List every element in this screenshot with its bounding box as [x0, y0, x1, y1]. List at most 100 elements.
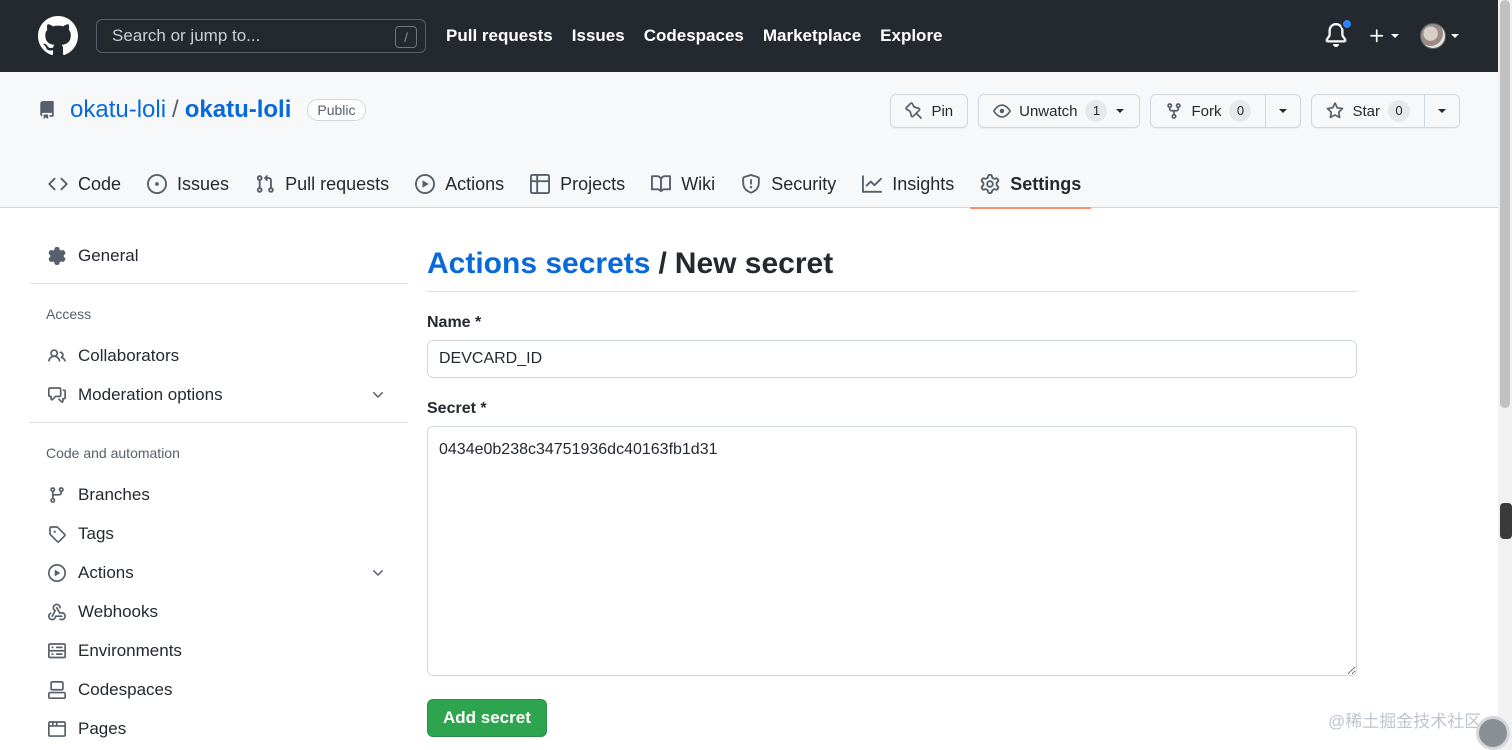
- tab-label: Code: [78, 173, 122, 194]
- repository-header: okatu-loli / okatu-loli Public Pin Unwat…: [0, 72, 1498, 209]
- sidebar-item-label: Codespaces: [78, 679, 173, 699]
- tab-issues[interactable]: Issues: [137, 160, 239, 208]
- tab-label: Insights: [892, 173, 955, 194]
- tab-label: Pull requests: [285, 173, 390, 194]
- git-pull-request-icon: [256, 174, 274, 193]
- browser-icon: [48, 720, 66, 737]
- watermark-badge-icon: [1476, 716, 1510, 750]
- sidebar-item-collaborators[interactable]: Collaborators: [30, 336, 408, 375]
- nav-marketplace[interactable]: Marketplace: [763, 26, 861, 46]
- star-button[interactable]: Star 0: [1311, 94, 1460, 128]
- issue-opened-icon: [147, 174, 168, 194]
- tab-settings[interactable]: Settings: [970, 160, 1092, 209]
- book-icon: [651, 175, 672, 193]
- star-dropdown[interactable]: [1424, 95, 1459, 127]
- sidebar-item-actions[interactable]: Actions: [30, 553, 408, 592]
- sidebar-item-environments[interactable]: Environments: [30, 631, 408, 670]
- user-menu[interactable]: [1420, 23, 1460, 49]
- plus-icon: [1370, 29, 1384, 43]
- watch-count: 1: [1085, 100, 1108, 122]
- sidebar-heading-code-automation: Code and automation: [46, 445, 180, 461]
- pin-icon: [905, 102, 923, 119]
- tab-label: Issues: [177, 173, 230, 194]
- pin-button[interactable]: Pin: [890, 94, 969, 128]
- search-input[interactable]: Search or jump to... /: [96, 19, 426, 53]
- fork-icon: [1167, 103, 1182, 119]
- sidebar-item-label: Actions: [78, 562, 134, 582]
- fork-button[interactable]: Fork 0: [1150, 94, 1302, 128]
- nav-issues[interactable]: Issues: [572, 26, 625, 46]
- nav-codespaces[interactable]: Codespaces: [644, 26, 744, 46]
- sidebar-item-tags[interactable]: Tags: [30, 514, 408, 553]
- caret-down-icon: [1438, 109, 1446, 113]
- page-scrollbar[interactable]: [1498, 0, 1512, 750]
- repo-actions: Pin Unwatch 1 Fork 0 Star 0: [890, 94, 1460, 128]
- breadcrumb-separator: /: [658, 246, 667, 280]
- gear-icon: [981, 174, 1000, 194]
- chevron-down-icon: [373, 392, 383, 398]
- tab-label: Security: [771, 173, 837, 194]
- watermark-text: @稀土掘金技术社区: [1328, 712, 1482, 731]
- settings-sidebar: General Access Collaborators Moderation …: [30, 236, 408, 748]
- secret-label: Secret *: [427, 400, 487, 417]
- page-title-text: New secret: [674, 246, 834, 280]
- nav-explore[interactable]: Explore: [880, 26, 942, 46]
- tab-security[interactable]: Security: [731, 160, 846, 208]
- tab-wiki[interactable]: Wiki: [641, 160, 725, 208]
- comment-discussion-icon: [48, 386, 66, 403]
- tab-pull-requests[interactable]: Pull requests: [245, 160, 399, 208]
- secret-name-input[interactable]: [427, 340, 1357, 378]
- sidebar-item-webhooks[interactable]: Webhooks: [30, 592, 408, 631]
- people-icon: [48, 348, 66, 362]
- search-shortcut-key: /: [395, 26, 417, 48]
- tab-projects[interactable]: Projects: [520, 160, 635, 208]
- tab-label: Projects: [560, 173, 626, 194]
- scrollbar-thumb[interactable]: [1500, 0, 1510, 408]
- unwatch-label: Unwatch: [1019, 102, 1078, 120]
- sidebar-item-label: General: [78, 245, 139, 265]
- tab-label: Wiki: [681, 173, 716, 194]
- caret-down-icon: [1279, 109, 1288, 113]
- fork-dropdown[interactable]: [1265, 95, 1300, 127]
- tab-code[interactable]: Code: [38, 160, 131, 208]
- sidebar-heading-access: Access: [46, 306, 92, 322]
- global-header: Search or jump to... / Pull requests Iss…: [0, 0, 1498, 72]
- nav-pull-requests[interactable]: Pull requests: [446, 26, 553, 46]
- add-secret-button[interactable]: Add secret: [427, 699, 547, 737]
- unwatch-button[interactable]: Unwatch 1: [978, 94, 1141, 128]
- breadcrumb-actions-secrets[interactable]: Actions secrets: [427, 247, 650, 281]
- tab-actions[interactable]: Actions: [405, 160, 514, 208]
- star-count: 0: [1388, 100, 1410, 122]
- page-title: Actions secrets / New secret: [427, 236, 1357, 292]
- name-label: Name *: [427, 314, 482, 331]
- repo-owner-link[interactable]: okatu-loli: [70, 96, 166, 124]
- git-branch-icon: [50, 486, 64, 503]
- tab-insights[interactable]: Insights: [852, 160, 964, 208]
- table-icon: [530, 174, 551, 194]
- sidebar-divider: [30, 283, 408, 284]
- repo-title-separator: /: [172, 96, 179, 123]
- sidebar-item-label: Tags: [78, 523, 114, 543]
- sidebar-item-general[interactable]: General: [30, 236, 408, 275]
- webhook-icon: [48, 603, 66, 620]
- fork-label: Fork: [1191, 102, 1222, 120]
- tag-icon: [49, 525, 66, 543]
- pin-label: Pin: [931, 102, 954, 120]
- sidebar-item-branches[interactable]: Branches: [30, 475, 408, 514]
- github-logo-icon[interactable]: [38, 16, 78, 56]
- repo-name-link[interactable]: okatu-loli: [185, 96, 292, 124]
- shield-icon: [742, 174, 760, 194]
- notifications-bell-icon[interactable]: [1324, 18, 1353, 50]
- sidebar-item-label: Branches: [78, 484, 150, 504]
- server-icon: [48, 642, 66, 658]
- global-nav: Pull requests Issues Codespaces Marketpl…: [446, 0, 962, 72]
- create-new-menu[interactable]: [1368, 27, 1400, 45]
- caret-down-icon: [1391, 34, 1399, 38]
- fork-count: 0: [1229, 100, 1252, 122]
- sidebar-item-moderation-options[interactable]: Moderation options: [30, 375, 408, 414]
- side-panel-handle[interactable]: [1500, 503, 1512, 539]
- sidebar-item-codespaces[interactable]: Codespaces: [30, 670, 408, 709]
- secret-value-textarea[interactable]: 0434e0b238c34751936dc40163fb1d31: [427, 426, 1357, 676]
- sidebar-item-pages[interactable]: Pages: [30, 709, 408, 748]
- new-secret-form: Actions secrets / New secret Name * Secr…: [427, 236, 1357, 737]
